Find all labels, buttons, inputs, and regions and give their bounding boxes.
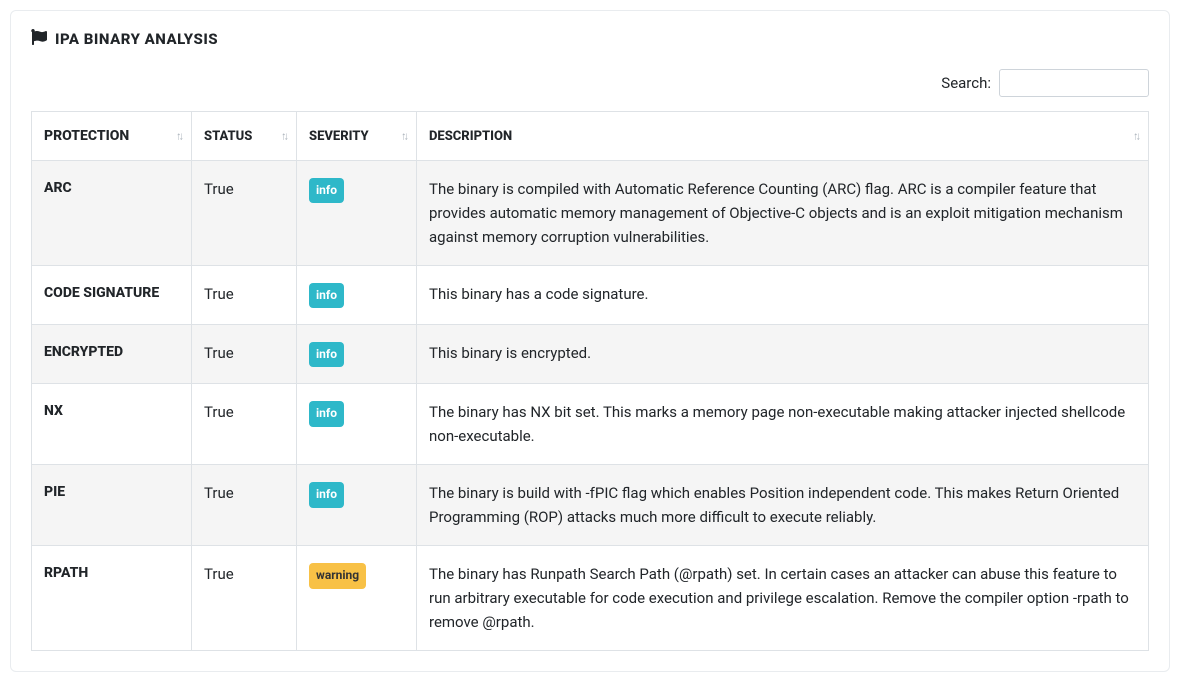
cell-description: The binary is build with -fPIC flag whic…: [417, 465, 1149, 546]
severity-badge: info: [309, 482, 344, 507]
sort-icon: ↑↓: [281, 130, 286, 143]
search-input[interactable]: [999, 69, 1149, 97]
table-row: ARCTrue info The binary is compiled with A…: [32, 161, 1149, 266]
cell-protection: ARC: [32, 161, 192, 266]
severity-badge: warning: [309, 563, 366, 588]
severity-badge: info: [309, 178, 344, 203]
cell-description: The binary is compiled with Automatic Re…: [417, 161, 1149, 266]
cell-status: True: [192, 325, 297, 384]
cell-status: True: [192, 266, 297, 325]
cell-description: This binary has a code signature.: [417, 266, 1149, 325]
flag-icon: [31, 29, 47, 49]
card-header: IPA BINARY ANALYSIS: [11, 11, 1169, 61]
cell-description: This binary is encrypted.: [417, 325, 1149, 384]
cell-status: True: [192, 465, 297, 546]
table-wrap: PROTECTION ↑↓ STATUS ↑↓ SEVERITY ↑↓ DESC…: [11, 111, 1169, 671]
sort-icon: ↑↓: [401, 130, 406, 143]
column-label: SEVERITY: [309, 129, 369, 144]
cell-status: True: [192, 384, 297, 465]
search-label: Search:: [941, 74, 991, 92]
cell-severity: warning: [297, 546, 417, 651]
table-row: RPATHTrue warning The binary has Runpath S…: [32, 546, 1149, 651]
column-header-severity[interactable]: SEVERITY ↑↓: [297, 112, 417, 161]
column-label: DESCRIPTION: [429, 129, 512, 144]
cell-severity: info: [297, 465, 417, 546]
cell-protection: ENCRYPTED: [32, 325, 192, 384]
sort-icon: ↑↓: [176, 130, 181, 143]
cell-description: The binary has Runpath Search Path (@rpa…: [417, 546, 1149, 651]
severity-badge: info: [309, 342, 344, 367]
severity-badge: info: [309, 401, 344, 426]
cell-severity: info: [297, 266, 417, 325]
cell-severity: info: [297, 384, 417, 465]
column-header-protection[interactable]: PROTECTION ↑↓: [32, 112, 192, 161]
analysis-card: IPA BINARY ANALYSIS Search: PROTECTION ↑…: [10, 10, 1170, 672]
cell-protection: RPATH: [32, 546, 192, 651]
cell-description: The binary has NX bit set. This marks a …: [417, 384, 1149, 465]
column-label: STATUS: [204, 129, 252, 144]
table-row: PIETrue info The binary is build with -fPI…: [32, 465, 1149, 546]
table-row: ENCRYPTEDTrue info This binary is encrypte…: [32, 325, 1149, 384]
column-header-status[interactable]: STATUS ↑↓: [192, 112, 297, 161]
cell-protection: CODE SIGNATURE: [32, 266, 192, 325]
column-header-description[interactable]: DESCRIPTION ↑↓: [417, 112, 1149, 161]
table-row: NXTrue info The binary has NX bit set. Thi…: [32, 384, 1149, 465]
severity-badge: info: [309, 283, 344, 308]
card-title: IPA BINARY ANALYSIS: [55, 30, 218, 48]
analysis-table: PROTECTION ↑↓ STATUS ↑↓ SEVERITY ↑↓ DESC…: [31, 111, 1149, 651]
cell-status: True: [192, 546, 297, 651]
search-row: Search:: [11, 61, 1169, 111]
column-label: PROTECTION: [44, 128, 129, 144]
cell-protection: PIE: [32, 465, 192, 546]
cell-severity: info: [297, 161, 417, 266]
cell-severity: info: [297, 325, 417, 384]
cell-status: True: [192, 161, 297, 266]
table-row: CODE SIGNATURETrue info This binary has a …: [32, 266, 1149, 325]
sort-icon: ↑↓: [1133, 130, 1138, 143]
cell-protection: NX: [32, 384, 192, 465]
